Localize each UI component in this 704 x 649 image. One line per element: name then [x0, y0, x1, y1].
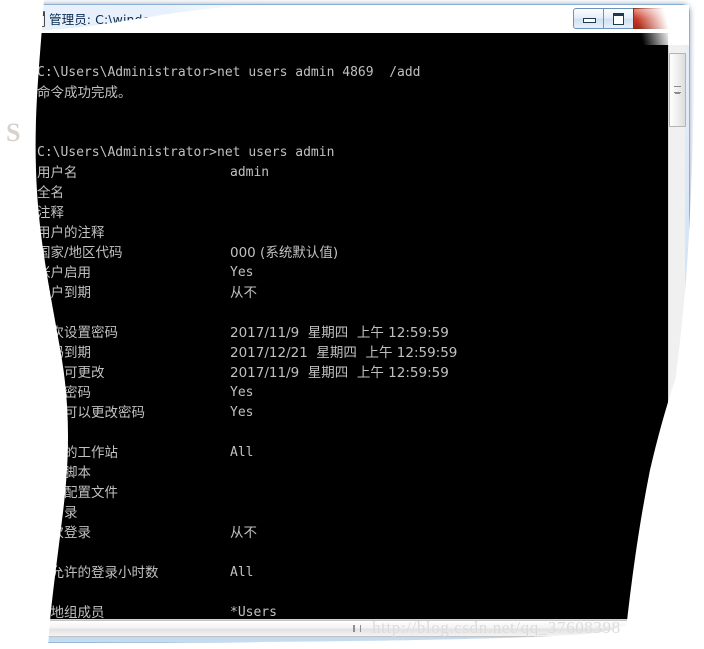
console-line-value: 2017/12/21 星期四 上午 12:59:59: [230, 345, 458, 361]
cmd-console-icon: [27, 11, 45, 27]
console-line-label: 帐户到期: [37, 285, 91, 301]
console-line-label: C:\Users\Administrator>net users admin: [37, 145, 335, 160]
console-line-label: 全名: [37, 185, 64, 201]
window-controls[interactable]: [573, 8, 681, 29]
console-line-label: 用户名: [37, 165, 78, 181]
console-line: 国家/地区代码 000 (系统默认值): [37, 243, 421, 263]
console-line: 登录脚本: [37, 463, 421, 483]
console-line-label: 可允许的登录小时数: [37, 565, 159, 581]
background-window-red-edge: [0, 30, 14, 120]
console-text-buffer: C:\Users\Administrator>net users admin 4…: [37, 43, 457, 634]
scroll-up-arrow-icon[interactable]: [669, 33, 685, 48]
console-line-value: 000 (系统默认值): [230, 245, 339, 261]
console-line-label: 用户的注释: [37, 225, 105, 241]
window-title: 管理员: C:\windows\system...: [49, 12, 230, 27]
console-line-label: 需要密码: [37, 385, 91, 401]
console-line: 命令成功完成。: [37, 83, 421, 103]
console-line-label: 密码到期: [37, 345, 91, 361]
console-line: 主目录: [37, 503, 421, 523]
csdn-watermark: http://blog.csdn.net/qq_37608398: [372, 618, 621, 637]
console-line: 帐户启用 Yes: [37, 263, 421, 283]
console-line: C:\Users\Administrator>net users admin: [37, 143, 421, 163]
console-line: 用户的注释: [37, 223, 421, 243]
console-line-label: 上次登录: [37, 525, 91, 541]
console-line-label: 注释: [37, 205, 64, 221]
console-line: C:\Users\Administrator>net users admin 4…: [37, 63, 421, 83]
console-line-label: 上次设置密码: [37, 325, 118, 341]
console-line-label: 密码可更改: [37, 365, 105, 381]
close-button[interactable]: [633, 8, 681, 29]
vertical-scrollbar-thumb[interactable]: [669, 53, 686, 127]
command-prompt-window[interactable]: 管理员: C:\windows\system... C:\Users\Admin…: [16, 4, 690, 643]
console-line: 用户可以更改密码 Yes: [37, 403, 421, 423]
console-line-value: Yes: [230, 265, 254, 280]
console-line-label: 命令成功完成。: [37, 85, 132, 101]
console-line: 全名: [37, 183, 421, 203]
scroll-left-arrow-icon[interactable]: [22, 620, 40, 635]
console-line-label: 允许的工作站: [37, 445, 118, 461]
console-line: 密码到期 2017/12/21 星期四 上午 12:59:59: [37, 343, 457, 363]
console-line: 允许的工作站 All: [37, 443, 421, 463]
console-line: 上次设置密码 2017/11/9 星期四 上午 12:59:59: [37, 323, 449, 343]
console-line: 需要密码 Yes: [37, 383, 421, 403]
console-line: 密码可更改 2017/11/9 星期四 上午 12:59:59: [37, 363, 449, 383]
console-line-label: 帐户启用: [37, 265, 91, 281]
console-line-label: 主目录: [37, 505, 78, 521]
console-line: 可允许的登录小时数 All: [37, 563, 421, 583]
console-line-value: 从不: [230, 525, 257, 541]
console-line-value: 2017/11/9 星期四 上午 12:59:59: [230, 365, 449, 381]
console-line-label: C:\Users\Administrator>net users admin 4…: [37, 65, 421, 80]
console-line-value: admin: [230, 165, 270, 180]
console-line: 用户名 admin: [37, 163, 421, 183]
console-line-value: All: [230, 445, 254, 460]
console-line-label: 国家/地区代码: [37, 245, 123, 261]
console-line-value: Yes: [230, 385, 254, 400]
console-line-label: 登录脚本: [37, 465, 91, 481]
console-line: 用户配置文件: [37, 483, 421, 503]
console-line-value: Yes: [230, 405, 254, 420]
maximize-button[interactable]: [603, 8, 634, 29]
console-line: 帐户到期 从不: [37, 283, 421, 303]
console-line: 上次登录 从不: [37, 523, 421, 543]
console-line: 注释: [37, 203, 421, 223]
minimize-button[interactable]: [573, 8, 604, 29]
console-line-value: All: [230, 565, 254, 580]
console-line-value: 2017/11/9 星期四 上午 12:59:59: [230, 325, 449, 341]
console-line-value: 从不: [230, 285, 257, 301]
console-line-label: 用户配置文件: [37, 485, 118, 501]
vertical-scrollbar[interactable]: [668, 33, 686, 634]
console-output-area[interactable]: C:\Users\Administrator>net users admin 4…: [21, 33, 685, 634]
console-line-label: 用户可以更改密码: [37, 405, 145, 421]
ghost-glyph-artifact: S: [6, 118, 21, 147]
